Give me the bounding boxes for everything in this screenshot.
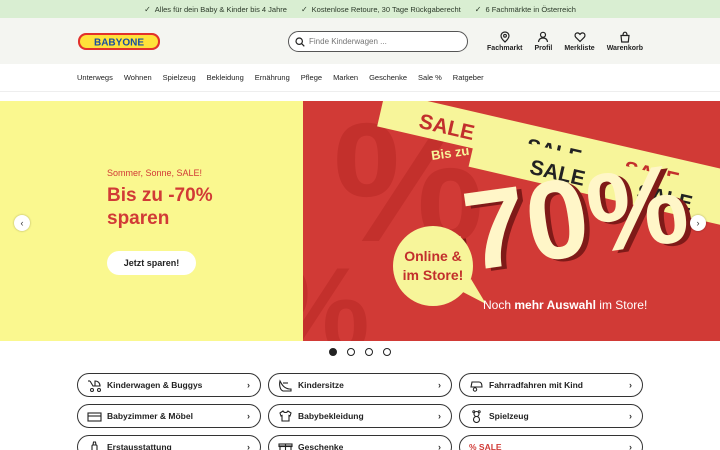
nav-item-geschenke[interactable]: Geschenke: [369, 73, 407, 82]
sale-banner-graphic: % % SALE SALE SALE SALE SALE Bis zu -70%…: [303, 101, 720, 341]
hero-kicker: Sommer, Sonne, SALE!: [107, 168, 203, 178]
onesie-icon: [278, 409, 298, 423]
gift-icon: [278, 441, 298, 450]
search-box[interactable]: [288, 31, 468, 52]
nav-item-spielzeug[interactable]: Spielzeug: [163, 73, 196, 82]
store-link[interactable]: Fachmarkt: [487, 31, 522, 52]
hero-slider: Sommer, Sonne, SALE! Bis zu -70% sparen …: [0, 101, 720, 341]
main-nav: Unterwegs Wohnen Spielzeug Bekleidung Er…: [0, 64, 720, 92]
nav-item-wohnen[interactable]: Wohnen: [124, 73, 152, 82]
slider-prev-button[interactable]: ‹: [14, 215, 30, 231]
chevron-right-icon: ›: [696, 218, 700, 228]
slider-next-button[interactable]: ›: [690, 215, 706, 231]
category-grid: Kinderwagen & Buggys › Kindersitze › Fah…: [0, 363, 720, 450]
category-erstausstattung[interactable]: Erstausstattung ›: [77, 435, 261, 450]
hero-text-panel: Sommer, Sonne, SALE! Bis zu -70% sparen …: [0, 101, 303, 341]
check-icon: ✓: [300, 4, 308, 14]
chevron-right-icon: ›: [438, 442, 441, 450]
heart-icon: [573, 32, 586, 43]
header: BABYONE Fachmarkt Profil Merkliste Waren…: [0, 18, 720, 64]
nav-item-ratgeber[interactable]: Ratgeber: [453, 73, 484, 82]
category-babyzimmer[interactable]: Babyzimmer & Möbel ›: [77, 404, 261, 428]
category-geschenke[interactable]: Geschenke ›: [268, 435, 452, 450]
chevron-right-icon: ›: [247, 411, 250, 421]
category-kindersitze[interactable]: Kindersitze ›: [268, 373, 452, 397]
chevron-right-icon: ›: [438, 411, 441, 421]
category-fahrradfahren[interactable]: Fahrradfahren mit Kind ›: [459, 373, 643, 397]
cart-link[interactable]: Warenkorb: [607, 31, 643, 52]
usp-item: ✓ Kostenlose Retoure, 30 Tage Rückgaberec…: [300, 4, 461, 14]
slider-dot[interactable]: [329, 348, 337, 356]
slider-dot[interactable]: [365, 348, 373, 356]
logo[interactable]: BABYONE: [77, 30, 161, 52]
hero-banner[interactable]: % % SALE SALE SALE SALE SALE Bis zu -70%…: [303, 101, 720, 341]
chevron-right-icon: ›: [629, 380, 632, 390]
search-input[interactable]: [309, 37, 449, 46]
stroller-icon: [87, 379, 107, 392]
nav-item-pflege[interactable]: Pflege: [301, 73, 322, 82]
slider-dot[interactable]: [383, 348, 391, 356]
user-icon: [538, 31, 549, 43]
chevron-right-icon: ›: [247, 380, 250, 390]
search-icon: [295, 36, 305, 47]
banner-tagline: Noch mehr Auswahl im Store!: [483, 298, 647, 312]
bike-trailer-icon: [469, 379, 489, 392]
slider-dot[interactable]: [347, 348, 355, 356]
nav-item-bekleidung[interactable]: Bekleidung: [207, 73, 244, 82]
location-pin-icon: [500, 31, 510, 43]
chevron-right-icon: ›: [629, 442, 632, 450]
hero-cta-button[interactable]: Jetzt sparen!: [107, 251, 196, 275]
usp-item: ✓ Alles für dein Baby & Kinder bis 4 Jahr…: [144, 4, 287, 14]
category-spielzeug[interactable]: Spielzeug ›: [459, 404, 643, 428]
chevron-right-icon: ›: [438, 380, 441, 390]
chevron-right-icon: ›: [247, 442, 250, 450]
chevron-left-icon: ‹: [20, 218, 24, 228]
nav-item-marken[interactable]: Marken: [333, 73, 358, 82]
car-seat-icon: [278, 378, 298, 392]
nav-item-unterwegs[interactable]: Unterwegs: [77, 73, 113, 82]
nav-item-sale[interactable]: Sale %: [418, 73, 442, 82]
svg-text:Online &: Online &: [404, 248, 462, 264]
category-kinderwagen[interactable]: Kinderwagen & Buggys ›: [77, 373, 261, 397]
check-icon: ✓: [144, 4, 151, 14]
teddy-icon: [469, 409, 489, 423]
category-sale[interactable]: % SALE ›: [459, 435, 643, 450]
chevron-right-icon: ›: [629, 411, 632, 421]
header-actions: Fachmarkt Profil Merkliste Warenkorb: [487, 31, 643, 52]
usp-item: ✓ 6 Fachmärkte in Österreich: [474, 4, 576, 14]
bg-percent-mark: %: [303, 243, 370, 341]
wishlist-link[interactable]: Merkliste: [564, 31, 595, 52]
category-babybekleidung[interactable]: Babybekleidung ›: [268, 404, 452, 428]
check-icon: ✓: [474, 4, 482, 14]
bottle-icon: [87, 440, 107, 450]
nav-item-ernaehrung[interactable]: Ernährung: [255, 73, 290, 82]
crib-icon: [87, 410, 107, 423]
usp-bar: ✓ Alles für dein Baby & Kinder bis 4 Jahr…: [0, 0, 720, 18]
slider-dots: [0, 341, 720, 363]
svg-text:BABYONE: BABYONE: [94, 38, 144, 49]
svg-text:im Store!: im Store!: [403, 267, 464, 283]
hero-title: Bis zu -70% sparen: [107, 185, 213, 229]
profile-link[interactable]: Profil: [534, 31, 552, 52]
babyone-logo: BABYONE: [78, 33, 160, 50]
shopping-bag-icon: [620, 31, 630, 43]
